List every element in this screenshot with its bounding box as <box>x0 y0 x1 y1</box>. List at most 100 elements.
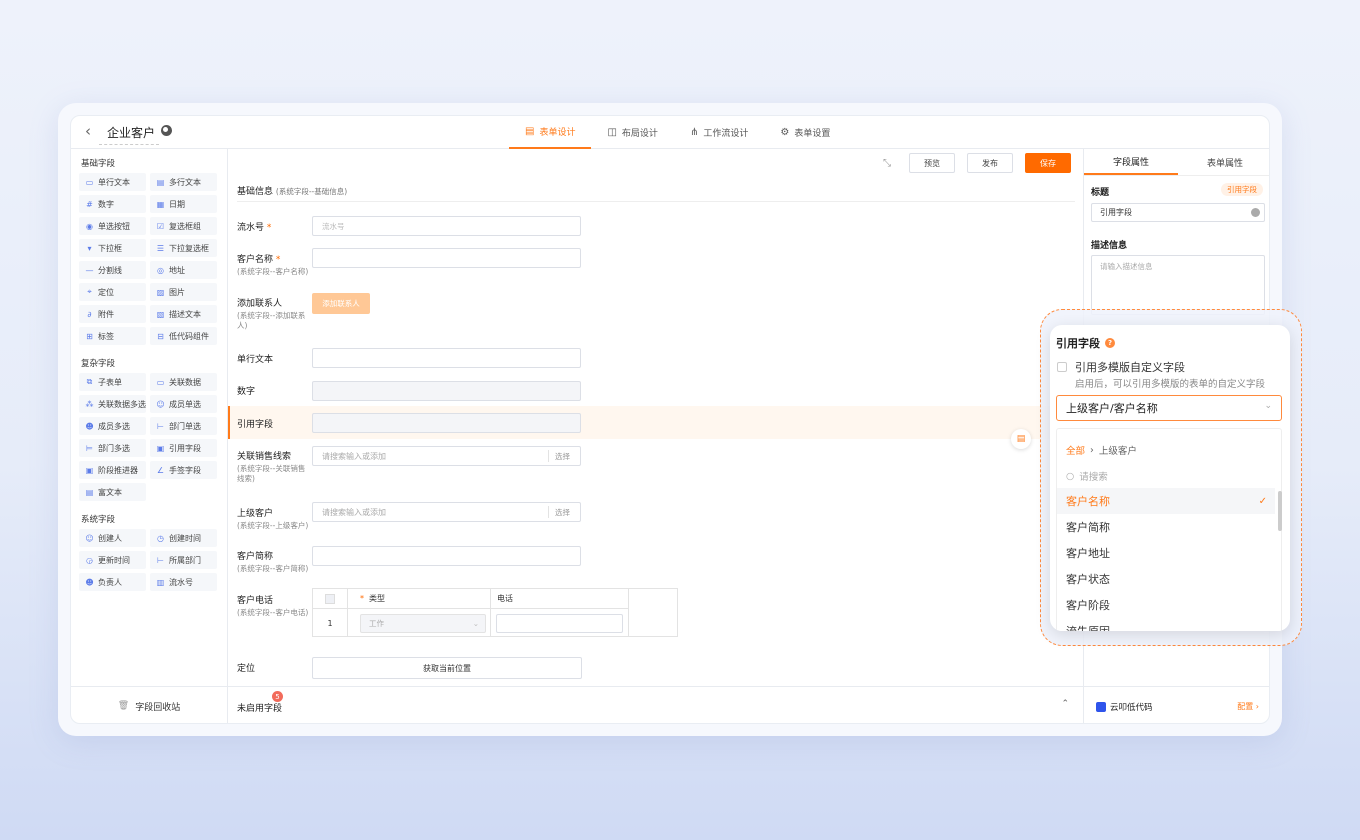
single-text-input[interactable] <box>312 348 581 368</box>
link-multi-icon: ⁂ <box>85 399 94 409</box>
field-label: 单选按钮 <box>98 221 130 231</box>
field-item[interactable]: ▣ 阶段推进器 <box>79 461 146 479</box>
app-title[interactable]: 企业客户 <box>99 124 160 145</box>
save-button[interactable]: 保存 <box>1025 153 1071 173</box>
dropdown-search[interactable]: ○ 请搜索 <box>1066 469 1108 484</box>
number-label: 数字 <box>237 387 256 397</box>
unused-fields-bar[interactable]: 未启用字段 5 ⌃ <box>228 686 1083 723</box>
field-item[interactable]: ◉ 单选按钮 <box>79 217 146 235</box>
field-item[interactable]: ◷ 创建时间 <box>150 529 217 547</box>
field-item[interactable]: ▨ 图片 <box>150 283 217 301</box>
type-select[interactable]: 工作 ⌄ <box>360 613 486 633</box>
chevron-up-icon[interactable]: ⌃ <box>1061 699 1069 709</box>
get-location-button[interactable]: 获取当前位置 <box>312 657 582 679</box>
reference-field-popup: 引用字段? 引用多模版自定义字段 启用后，可以引用多模版的表单的自定义字段 上级… <box>1050 325 1290 631</box>
recycle-bin-button[interactable]: 🗑 字段回收站 <box>71 686 228 723</box>
field-item[interactable]: ▾ 下拉框 <box>79 239 146 257</box>
brand-footer: 云叩低代码 配置 › <box>1083 686 1269 723</box>
option-item[interactable]: 客户阶段 <box>1057 592 1275 618</box>
multi-template-label[interactable]: 引用多模版自定义字段 <box>1075 359 1185 375</box>
globe-icon[interactable] <box>161 125 172 136</box>
select-button[interactable]: 选择 <box>548 506 576 518</box>
reference-select[interactable]: 上级客户/客户名称 ⌄ <box>1056 395 1282 421</box>
field-item[interactable]: ⊟ 低代码组件 <box>150 327 217 345</box>
tab-layout-design[interactable]: ◫ 布局设计 <box>591 116 673 149</box>
multi-template-checkbox[interactable] <box>1057 362 1067 372</box>
field-item[interactable]: ∂ 附件 <box>79 305 146 323</box>
clipboard-icon[interactable]: ▤ <box>1011 429 1031 449</box>
field-item[interactable]: ☑ 复选框组 <box>150 217 217 235</box>
field-item[interactable]: ▥ 流水号 <box>150 573 217 591</box>
tab-workflow-design[interactable]: ⋔ 工作流设计 <box>674 116 764 149</box>
field-item[interactable]: ▣ 引用字段 <box>150 439 217 457</box>
field-item[interactable]: ☺ 成员单选 <box>150 395 217 413</box>
address-icon: ◎ <box>157 265 164 275</box>
label-text: 客户简称 <box>237 552 274 562</box>
field-item[interactable]: ▤ 富文本 <box>79 483 146 501</box>
serial-input[interactable]: 流水号 <box>312 216 581 236</box>
title-label: 标题 <box>1091 188 1110 198</box>
option-item[interactable]: 客户地址 <box>1057 540 1275 566</box>
chevron-left-icon[interactable]: ‹ <box>85 124 91 139</box>
field-label: 成员多选 <box>98 421 130 431</box>
publish-button[interactable]: 发布 <box>967 153 1013 173</box>
field-item[interactable]: ☺ 创建人 <box>79 529 146 547</box>
field-item[interactable]: ⊢ 部门单选 <box>150 417 217 435</box>
field-item[interactable]: # 数字 <box>79 195 146 213</box>
short-name-input[interactable] <box>312 546 581 566</box>
add-contact-label: 添加联系人 (系统字段--添加联系人) <box>237 296 311 331</box>
field-item[interactable]: ▧ 描述文本 <box>150 305 217 323</box>
field-item[interactable]: ▤ 多行文本 <box>150 173 217 191</box>
number-input[interactable] <box>312 381 581 401</box>
field-item[interactable]: ∠ 手签字段 <box>150 461 217 479</box>
tab-form-settings[interactable]: ⚙ 表单设置 <box>764 116 846 149</box>
field-item[interactable]: ☰ 下拉复选框 <box>150 239 217 257</box>
sales-lead-input[interactable]: 请搜索输入或添加 选择 <box>312 446 581 466</box>
field-item[interactable]: ☻ 负责人 <box>79 573 146 591</box>
select-button[interactable]: 选择 <box>548 450 576 462</box>
field-item[interactable]: ⊢ 所属部门 <box>150 551 217 569</box>
globe-icon[interactable] <box>1251 208 1260 217</box>
tab-field-properties[interactable]: 字段属性 <box>1084 149 1178 175</box>
title-input[interactable]: 引用字段 <box>1091 203 1265 222</box>
help-icon[interactable]: ? <box>1105 338 1115 348</box>
desc-textarea[interactable]: 请输入描述信息 <box>1091 255 1265 315</box>
config-link[interactable]: 配置 › <box>1237 701 1259 712</box>
ref-field-input[interactable] <box>312 413 581 433</box>
stage-icon: ▣ <box>85 465 94 475</box>
field-item[interactable]: ▭ 关联数据 <box>150 373 217 391</box>
option-item[interactable]: 客户名称 ✓ <box>1057 488 1275 514</box>
preview-button[interactable]: 预览 <box>909 153 955 173</box>
phone-input[interactable] <box>496 613 623 633</box>
checkbox[interactable] <box>325 593 335 604</box>
phone-subtable: * 类型 电话 1 工作 ⌄ <box>312 588 678 637</box>
customer-name-input[interactable] <box>312 248 581 268</box>
field-item[interactable]: — 分割线 <box>79 261 146 279</box>
field-item[interactable]: ⊨ 部门多选 <box>79 439 146 457</box>
field-item[interactable]: ▦ 日期 <box>150 195 217 213</box>
breadcrumb-all[interactable]: 全部 <box>1066 443 1085 457</box>
label-text: 客户名称 <box>237 255 274 265</box>
user-icon: ☺ <box>156 399 165 409</box>
field-item[interactable]: ⊞ 标签 <box>79 327 146 345</box>
tab-form-properties[interactable]: 表单属性 <box>1178 149 1269 175</box>
field-item[interactable]: ⌖ 定位 <box>79 283 146 301</box>
field-item[interactable]: ⁂ 关联数据多选 <box>79 395 146 413</box>
field-item[interactable]: ⧉ 子表单 <box>79 373 146 391</box>
field-label: 富文本 <box>98 487 122 497</box>
complex-fields-title: 复杂字段 <box>81 359 116 369</box>
option-item[interactable]: 流失原因 <box>1057 618 1275 631</box>
parent-customer-input[interactable]: 请搜索输入或添加 选择 <box>312 502 581 522</box>
workflow-icon: ⋔ <box>689 127 699 138</box>
option-item[interactable]: 客户简称 <box>1057 514 1275 540</box>
add-contact-button[interactable]: 添加联系人 <box>312 293 370 314</box>
field-item[interactable]: ▭ 单行文本 <box>79 173 146 191</box>
field-item[interactable]: ◶ 更新时间 <box>79 551 146 569</box>
field-label: 关联数据多选 <box>98 399 146 409</box>
collapse-icon[interactable]: ⤡ <box>883 158 891 169</box>
option-item[interactable]: 客户状态 <box>1057 566 1275 592</box>
field-item[interactable]: ☻ 成员多选 <box>79 417 146 435</box>
tab-form-design[interactable]: ▤ 表单设计 <box>509 116 592 149</box>
field-item[interactable]: ◎ 地址 <box>150 261 217 279</box>
dropdown-scrollbar[interactable] <box>1278 491 1282 531</box>
